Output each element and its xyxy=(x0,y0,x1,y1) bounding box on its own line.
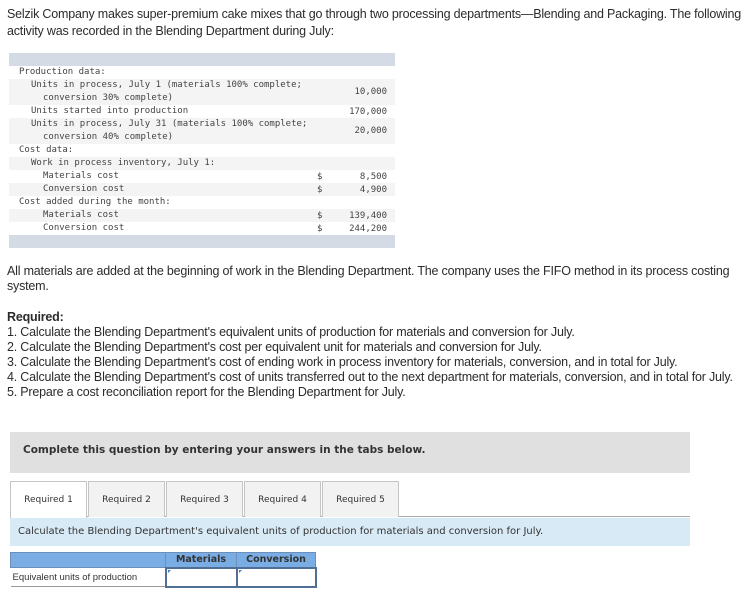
required-item: 3. Calculate the Blending Department's c… xyxy=(7,355,678,369)
tab-bar: Required 1 Required 2 Required 3 Require… xyxy=(10,481,690,518)
data-row-label-text: Conversion cost xyxy=(43,223,125,233)
data-row-label: Materials cost xyxy=(9,170,317,183)
data-row-label: Materials cost xyxy=(9,209,317,222)
header-conversion: Conversion xyxy=(236,552,316,568)
data-row-label-text: Cost added during the month: xyxy=(19,197,171,207)
conversion-cell xyxy=(235,566,317,588)
data-row-label-continuation: conversion 30% complete) xyxy=(43,93,174,103)
data-row-label-continuation: conversion 40% complete) xyxy=(43,132,174,142)
required-item: 2. Calculate the Blending Department's c… xyxy=(7,340,542,354)
data-row-label-text: Work in process inventory, July 1: xyxy=(31,158,216,168)
data-row-label: Units in process, July 1 (materials 100%… xyxy=(9,79,317,105)
data-table-top-bar xyxy=(9,53,395,66)
data-row-label-text: Materials cost xyxy=(43,210,119,220)
data-row-value: 10,000 xyxy=(354,87,387,97)
tab-required-2[interactable]: Required 2 xyxy=(88,481,165,517)
task-description: Calculate the Blending Department's equi… xyxy=(10,518,690,546)
data-row-label-text: Units in process, July 31 (materials 100… xyxy=(31,119,308,129)
data-row: Units in process, July 1 (materials 100%… xyxy=(9,79,395,105)
data-row-label-text: Cost data: xyxy=(19,145,74,155)
data-row: Conversion cost $4,900 xyxy=(9,183,395,196)
materials-input[interactable] xyxy=(166,569,236,585)
data-row-currency: $ xyxy=(317,210,323,221)
tab-required-5[interactable]: Required 5 xyxy=(322,481,399,517)
data-table-bottom-bar xyxy=(9,235,395,248)
required-item: 5. Prepare a cost reconciliation report … xyxy=(7,385,406,399)
data-row-label: Cost added during the month: xyxy=(9,196,317,209)
data-row-currency: $ xyxy=(317,223,323,234)
data-row-value: 20,000 xyxy=(354,126,387,136)
data-row-label: Cost data: xyxy=(9,144,317,157)
header-materials: Materials xyxy=(165,552,237,568)
data-row: Units in process, July 31 (materials 100… xyxy=(9,118,395,144)
data-row-label-text: Materials cost xyxy=(43,171,119,181)
data-row: Materials cost $139,400 xyxy=(9,209,395,222)
data-row-label: Work in process inventory, July 1: xyxy=(9,157,317,170)
data-row: Work in process inventory, July 1: xyxy=(9,157,395,170)
data-row-currency: $ xyxy=(317,171,323,182)
data-row: Production data: xyxy=(9,66,395,79)
data-row-value: 4,900 xyxy=(359,184,387,195)
data-row-label: Conversion cost xyxy=(9,183,317,196)
materials-cell xyxy=(164,566,238,588)
data-row-value: 170,000 xyxy=(349,106,387,117)
data-row-value: 139,400 xyxy=(349,210,387,221)
required-item: 1. Calculate the Blending Department's e… xyxy=(7,325,575,339)
data-row-value: 8,500 xyxy=(359,171,387,182)
tab-required-4[interactable]: Required 4 xyxy=(244,481,321,517)
data-row-label: Conversion cost xyxy=(9,222,317,235)
data-row: Cost data: xyxy=(9,144,395,157)
data-row-value: 244,200 xyxy=(349,223,387,234)
row-label-equivalent-units: Equivalent units of production xyxy=(10,567,166,587)
method-paragraph: All materials are added at the beginning… xyxy=(7,264,730,293)
data-row: Cost added during the month: xyxy=(9,196,395,209)
data-table: Production data: Units in process, July 1… xyxy=(9,53,395,248)
data-row: Materials cost $8,500 xyxy=(9,170,395,183)
data-row-label: Production data: xyxy=(9,66,317,79)
required-item: 4. Calculate the Blending Department's c… xyxy=(7,370,733,384)
data-row-label: Units started into production xyxy=(9,105,317,118)
tab-required-1[interactable]: Required 1 xyxy=(10,481,87,518)
required-title: Required: xyxy=(7,310,64,324)
problem-intro: Selzik Company makes super-premium cake … xyxy=(7,7,741,38)
data-row: Conversion cost $244,200 xyxy=(9,222,395,235)
data-row-currency: $ xyxy=(317,184,323,195)
answer-table: Materials Conversion Equivalent units of… xyxy=(10,552,317,588)
data-row-label-text: Conversion cost xyxy=(43,184,125,194)
tab-required-3[interactable]: Required 3 xyxy=(166,481,243,517)
data-row: Units started into production 170,000 xyxy=(9,105,395,118)
data-row-label-text: Production data: xyxy=(19,67,106,77)
required-section: Required: 1. Calculate the Blending Depa… xyxy=(7,310,742,400)
data-row-label-text: Units started into production xyxy=(31,106,189,116)
instruction-banner: Complete this question by entering your … xyxy=(10,432,690,473)
data-row-label: Units in process, July 31 (materials 100… xyxy=(9,118,317,144)
header-blank xyxy=(10,552,166,568)
conversion-input[interactable] xyxy=(237,569,315,585)
data-row-label-text: Units in process, July 1 (materials 100%… xyxy=(31,80,302,90)
